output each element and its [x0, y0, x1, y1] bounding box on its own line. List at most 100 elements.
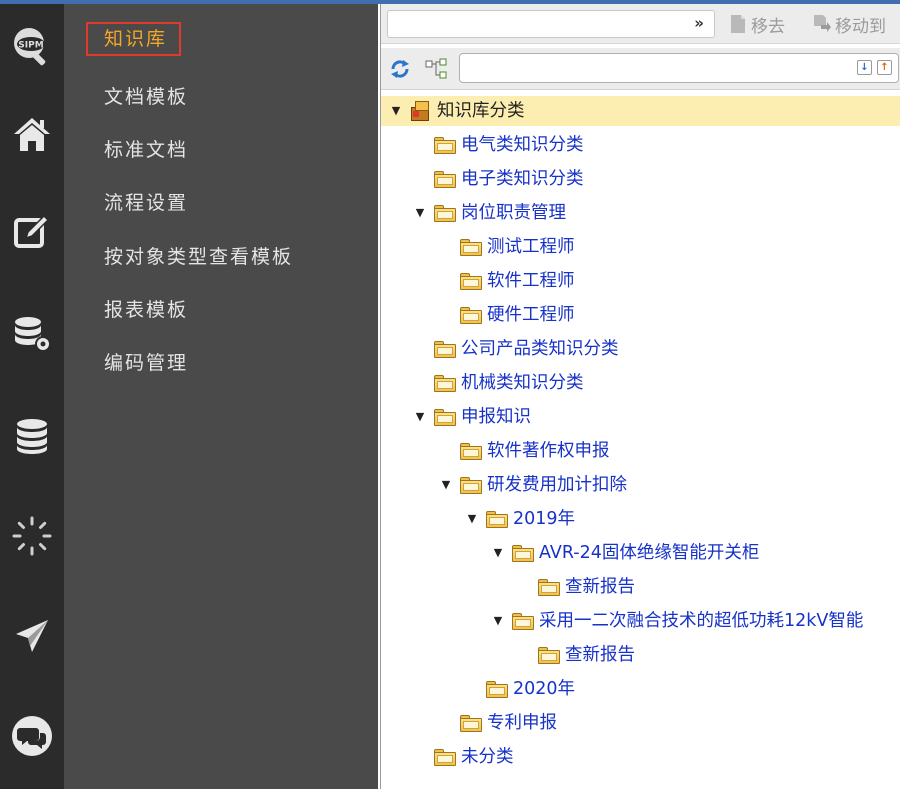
folder-icon: [537, 578, 561, 596]
main-panel: » 移去 移动到 ↓ ↑ ▼ 知识库分类 电气类知识分类 电子类知识分类 ▼ 岗…: [380, 4, 900, 789]
folder-icon: [511, 544, 535, 562]
tree-node[interactable]: ▼ AVR-24固体绝缘智能开关柜: [491, 538, 760, 568]
folder-icon: [433, 136, 457, 154]
menu-item-knowledge-base[interactable]: 知识库: [86, 22, 182, 56]
svg-text:SIPM: SIPM: [18, 41, 43, 51]
tree-node-label: 知识库分类: [437, 101, 525, 121]
tree-node-label: 硬件工程师: [487, 305, 575, 325]
database-icon[interactable]: [0, 404, 64, 468]
collapse-arrow-icon[interactable]: ▼: [413, 198, 427, 228]
menu-item-workflow-settings[interactable]: 流程设置: [104, 186, 188, 220]
folder-icon: [459, 272, 483, 290]
sipm-logo-icon[interactable]: SIPM: [0, 14, 64, 78]
tree-node[interactable]: ▼ 研发费用加计扣除: [439, 470, 627, 500]
remove-button[interactable]: 移去: [729, 12, 785, 37]
folder-icon: [433, 340, 457, 358]
tree-node[interactable]: 查新报告: [537, 572, 635, 602]
folder-icon: [459, 714, 483, 732]
knowledge-root-icon: [409, 100, 431, 122]
menu-item-templates-by-type[interactable]: 按对象类型查看模板: [104, 240, 293, 274]
document-icon: [731, 15, 745, 33]
tree-node[interactable]: 机械类知识分类: [433, 368, 584, 398]
tree-node[interactable]: 软件著作权申报: [459, 436, 610, 466]
collapse-arrow-icon[interactable]: ▼: [465, 504, 479, 534]
tree-node[interactable]: 2020年: [485, 674, 575, 704]
tree-node-root[interactable]: ▼ 知识库分类: [381, 96, 900, 126]
tree-node[interactable]: 专利申报: [459, 708, 557, 738]
tree-node-label: 软件著作权申报: [487, 441, 610, 461]
arrow-up-icon[interactable]: ↑: [877, 60, 892, 75]
tree-node-label: 岗位职责管理: [461, 203, 566, 223]
database-settings-icon[interactable]: [0, 302, 64, 366]
tree-node[interactable]: ▼ 2019年: [465, 504, 575, 534]
folder-icon: [511, 612, 535, 630]
double-chevron-down-icon: »: [694, 14, 704, 32]
tree-node-label: 2020年: [513, 679, 576, 699]
tree-node-label: 查新报告: [565, 645, 635, 665]
tree-node[interactable]: 未分类: [433, 742, 514, 772]
menu-item-document-templates[interactable]: 文档模板: [104, 80, 188, 114]
tree-node[interactable]: ▼ 岗位职责管理: [413, 198, 566, 228]
chat-icon[interactable]: [0, 704, 64, 768]
category-select[interactable]: »: [387, 10, 715, 38]
tree-node[interactable]: 软件工程师: [459, 266, 575, 296]
tree-node-label: 公司产品类知识分类: [461, 339, 619, 359]
folder-icon: [459, 442, 483, 460]
folder-icon: [433, 408, 457, 426]
folder-icon: [433, 374, 457, 392]
folder-icon: [459, 476, 483, 494]
tree-node[interactable]: ▼ 采用一二次融合技术的超低功耗12kV智能: [491, 606, 900, 636]
tree-node-label: 软件工程师: [487, 271, 575, 291]
tree-node-label: 研发费用加计扣除: [487, 475, 627, 495]
menu-item-report-templates[interactable]: 报表模板: [104, 293, 188, 327]
collapse-arrow-icon[interactable]: ▼: [439, 470, 453, 500]
toolbar-tree: ↓ ↑: [381, 48, 900, 90]
tree-node-label: 未分类: [461, 747, 514, 767]
tree-node[interactable]: 测试工程师: [459, 232, 575, 262]
collapse-arrow-icon[interactable]: ▼: [413, 402, 427, 432]
collapse-arrow-icon[interactable]: ▼: [491, 538, 505, 568]
refresh-icon[interactable]: [389, 58, 411, 80]
tree-node[interactable]: ▼ 申报知识: [413, 402, 531, 432]
folder-icon: [459, 306, 483, 324]
tree-node-label: 2019年: [513, 509, 576, 529]
tree-node[interactable]: 电子类知识分类: [433, 164, 584, 194]
tree-node-label: 电气类知识分类: [461, 135, 584, 155]
folder-icon: [485, 680, 509, 698]
menu-item-standard-documents[interactable]: 标准文档: [104, 133, 188, 167]
move-document-icon: [814, 15, 831, 32]
icon-rail: SIPM: [0, 4, 64, 789]
tree-search-input[interactable]: ↓ ↑: [459, 53, 899, 83]
tree-node-label: AVR-24固体绝缘智能开关柜: [539, 543, 760, 563]
folder-icon: [537, 646, 561, 664]
collapse-arrow-icon[interactable]: ▼: [491, 606, 505, 636]
tree-node[interactable]: 公司产品类知识分类: [433, 334, 619, 364]
tree-node-label: 电子类知识分类: [461, 169, 584, 189]
toolbar-top: » 移去 移动到: [381, 4, 900, 44]
folder-icon: [433, 170, 457, 188]
remove-button-label: 移去: [751, 16, 785, 37]
home-icon[interactable]: [0, 102, 64, 166]
loading-spinner-icon[interactable]: [0, 504, 64, 568]
tree-node-label: 采用一二次融合技术的超低功耗12kV智能: [539, 611, 864, 631]
folder-icon: [485, 510, 509, 528]
tree-node-label: 查新报告: [565, 577, 635, 597]
arrow-down-icon[interactable]: ↓: [857, 60, 872, 75]
move-to-button[interactable]: 移动到: [813, 12, 886, 37]
move-to-button-label: 移动到: [835, 16, 886, 37]
menu-item-code-management[interactable]: 编码管理: [104, 346, 188, 380]
folder-icon: [459, 238, 483, 256]
edit-icon[interactable]: [0, 200, 64, 264]
collapse-arrow-icon[interactable]: ▼: [389, 96, 403, 126]
tree-node-label: 机械类知识分类: [461, 373, 584, 393]
sidebar-menu: 知识库 文档模板 标准文档 流程设置 按对象类型查看模板 报表模板 编码管理: [64, 4, 378, 789]
tree-node-label: 申报知识: [461, 407, 531, 427]
tree-node-label: 测试工程师: [487, 237, 575, 257]
folder-icon: [433, 204, 457, 222]
send-icon[interactable]: [0, 604, 64, 668]
tree-node[interactable]: 电气类知识分类: [433, 130, 584, 160]
tree-node[interactable]: 查新报告: [537, 640, 635, 670]
tree-structure-icon[interactable]: [425, 58, 449, 80]
folder-icon: [433, 748, 457, 766]
tree-node[interactable]: 硬件工程师: [459, 300, 575, 330]
